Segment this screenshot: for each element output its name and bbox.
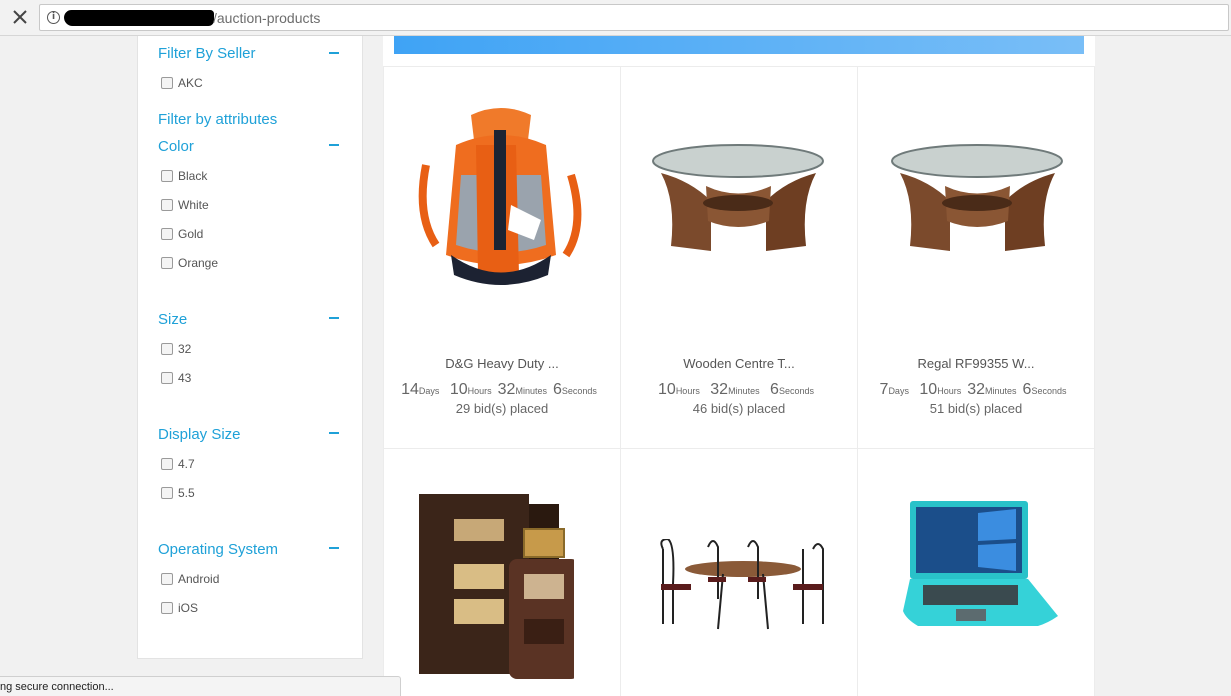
product-card[interactable]: Wooden Centre T... 10Hours 32Minutes 6Se… [620, 66, 858, 449]
checkbox[interactable] [161, 573, 173, 585]
product-card[interactable] [857, 448, 1095, 696]
product-name[interactable]: Regal RF99355 W... [858, 356, 1094, 371]
glass-centre-table-image[interactable] [651, 141, 826, 261]
product-card[interactable] [620, 448, 858, 696]
bids-count: 46 bid(s) placed [692, 401, 786, 416]
glass-centre-table-image[interactable] [890, 141, 1065, 261]
collapse-display-size-icon[interactable] [329, 432, 339, 434]
checkbox[interactable] [161, 257, 173, 269]
bids-count: 51 bid(s) placed [929, 401, 1023, 416]
checkbox[interactable] [161, 170, 173, 182]
product-card[interactable] [383, 448, 621, 696]
product-name[interactable]: D&G Heavy Duty ... [384, 356, 620, 371]
perfume-box-image[interactable] [414, 489, 579, 689]
promo-banner[interactable] [394, 36, 1084, 54]
countdown-timer: 14Days 10Hours 32Minutes 6Seconds [401, 381, 597, 398]
filter-sidebar: Filter By Seller AKC Filter by attribute… [137, 36, 363, 659]
collapse-seller-icon[interactable] [329, 52, 339, 54]
display-size-filter-heading[interactable]: Display Size [158, 426, 241, 443]
collapse-color-icon[interactable] [329, 144, 339, 146]
filter-by-attributes-heading: Filter by attributes [158, 111, 278, 128]
countdown-timer: 10Hours 32Minutes 6Seconds [658, 381, 814, 398]
product-name[interactable]: Wooden Centre T... [621, 356, 857, 371]
info-icon[interactable]: i [47, 11, 60, 24]
address-bar[interactable]: i /auction-products [39, 4, 1229, 31]
browser-status-bar: ng secure connection... [0, 676, 401, 696]
browser-toolbar: i /auction-products [0, 0, 1231, 36]
checkbox[interactable] [161, 602, 173, 614]
close-icon[interactable] [9, 6, 31, 28]
countdown-timer: 7Days 10Hours 32Minutes 6Seconds [879, 381, 1067, 398]
redacted-domain [64, 10, 214, 26]
product-card[interactable]: D&G Heavy Duty ... 14Days 10Hours 32Minut… [383, 66, 621, 449]
color-filter-heading[interactable]: Color [158, 138, 194, 155]
os-filter-heading[interactable]: Operating System [158, 541, 278, 558]
collapse-size-icon[interactable] [329, 317, 339, 319]
checkbox[interactable] [161, 458, 173, 470]
filter-by-seller-heading[interactable]: Filter By Seller [158, 45, 256, 62]
orange-backpack-image[interactable] [416, 105, 586, 290]
size-filter-heading[interactable]: Size [158, 311, 187, 328]
checkbox[interactable] [161, 372, 173, 384]
dining-set-image[interactable] [653, 537, 828, 639]
checkbox[interactable] [161, 77, 173, 89]
product-card[interactable]: Regal RF99355 W... 7Days 10Hours 32Minute… [857, 66, 1095, 449]
checkbox[interactable] [161, 487, 173, 499]
checkbox[interactable] [161, 228, 173, 240]
checkbox[interactable] [161, 199, 173, 211]
product-grid: D&G Heavy Duty ... 14Days 10Hours 32Minut… [383, 36, 1095, 696]
checkbox[interactable] [161, 343, 173, 355]
collapse-os-icon[interactable] [329, 547, 339, 549]
turquoise-laptop-image[interactable] [898, 501, 1058, 646]
bids-count: 29 bid(s) placed [455, 401, 549, 416]
url-path: /auction-products [213, 10, 321, 26]
